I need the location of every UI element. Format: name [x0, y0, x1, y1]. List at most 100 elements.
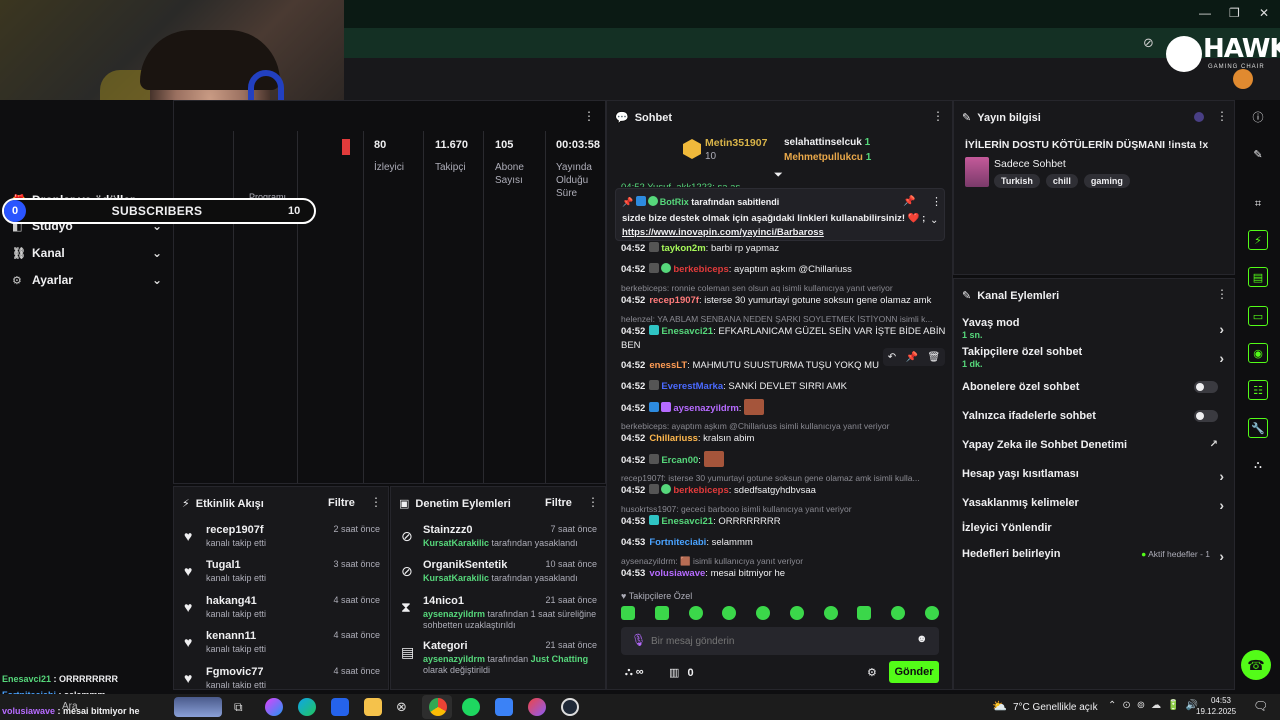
info-icon[interactable]: ⓘ: [1248, 108, 1268, 128]
maximize-icon[interactable]: ❐: [1229, 6, 1240, 20]
emote-icon[interactable]: [654, 606, 669, 620]
weather-icon[interactable]: ⛅: [992, 699, 1007, 713]
xbox-icon[interactable]: ⊗: [396, 699, 407, 715]
list-item[interactable]: ♥ recep1907f kanalı takip etti 2 saat ön…: [184, 524, 380, 556]
more-icon[interactable]: ⋮: [583, 109, 595, 123]
chat-message[interactable]: 04:52 Chillariuss: kralsın abim: [621, 432, 946, 445]
layout-icon[interactable]: ☷: [1248, 380, 1268, 400]
sidebar-item-channel[interactable]: ⛓ Kanal ⌄: [12, 241, 162, 265]
chat-username[interactable]: taykon2m: [661, 243, 705, 254]
leader-entry[interactable]: selahattinselcuk 1: [784, 137, 870, 148]
more-icon[interactable]: ⋮: [370, 495, 382, 509]
leader-entry[interactable]: Mehmetpullukcu 1: [784, 152, 871, 163]
chat-message[interactable]: 04:53 volusiawave: mesai bitmiyor he: [621, 567, 946, 580]
emoji-icon[interactable]: ☻: [916, 633, 928, 645]
wrench-icon[interactable]: 🔧: [1248, 418, 1268, 438]
chat-message[interactable]: 04:52 berkebiceps: sdedfsatgyhdbvsaa: [621, 484, 946, 497]
tag[interactable]: gaming: [1083, 174, 1130, 188]
list-item[interactable]: ▤ Kategori aysenazyildrm tarafından Just…: [401, 640, 597, 680]
pinned-link[interactable]: https://www.inovapin.com/yayinci/Barbaro…: [622, 227, 824, 238]
obs-like-icon[interactable]: [528, 698, 546, 716]
chat-message[interactable]: 04:53 Enesavci21: ORRRRRRRR: [621, 515, 946, 528]
chat-message[interactable]: 04:52 recep1907f: isterse 30 yumurtayi go…: [621, 294, 946, 307]
banned-words-row[interactable]: Yasaklanmış kelimeler ›: [962, 497, 1224, 513]
pinned-message[interactable]: 📌 BotRix tarafından sabitlendi 📌 ⋮ sizde…: [615, 188, 945, 241]
chat-icon[interactable]: ▭: [1248, 306, 1268, 326]
chat-input-box[interactable]: 🎙 ☻: [621, 627, 939, 655]
obs-icon[interactable]: [561, 698, 579, 716]
eye-off-icon[interactable]: ⊘: [1143, 35, 1154, 51]
apps-icon[interactable]: ⛬: [1248, 455, 1268, 475]
chat-username[interactable]: Chillariuss: [649, 433, 698, 444]
avatar[interactable]: [1233, 69, 1253, 89]
chat-message[interactable]: 04:53 Fortniteciabi: selammm: [621, 536, 946, 549]
store-icon[interactable]: [331, 698, 349, 716]
document-icon[interactable]: ▤: [1248, 267, 1268, 287]
reply-icon[interactable]: ↶: [888, 352, 896, 363]
emote-icon[interactable]: [756, 606, 771, 620]
chat-username[interactable]: Enesavci21: [661, 516, 713, 527]
chat-username[interactable]: enessLT: [649, 360, 687, 371]
list-item[interactable]: ⊘ OrganikSentetik KursatKarakilic tarafı…: [401, 559, 597, 591]
list-item[interactable]: ♥ Tugal1 kanalı takip etti 3 saat önce: [184, 559, 380, 591]
send-button[interactable]: Gönder: [889, 661, 939, 683]
emote-icon[interactable]: [823, 606, 838, 620]
filter-button[interactable]: Filtre: [545, 497, 572, 509]
chat-message[interactable]: 04:52 EverestMarka: SANKİ DEVLET SIRRI AM…: [621, 380, 946, 393]
chat-message[interactable]: 04:52 berkebiceps: ayaptım aşkım @Chillar…: [621, 263, 946, 276]
chevron-down-icon[interactable]: ⌄: [930, 215, 938, 226]
list-item[interactable]: ♥ Fgmovic77 kanalı takip etti 4 saat önc…: [184, 666, 380, 688]
channel-points[interactable]: ⛬ ∞: [625, 666, 644, 679]
browser-address-bar[interactable]: [344, 28, 1280, 58]
list-item[interactable]: ♥ kenann11 kanalı takip etti 4 saat önce: [184, 630, 380, 662]
chat-username[interactable]: berkebiceps: [673, 264, 728, 275]
emote-icon[interactable]: [857, 606, 872, 620]
more-icon[interactable]: ⋮: [932, 109, 944, 123]
category-thumbnail[interactable]: [965, 157, 989, 187]
chat-message[interactable]: 04:52 Enesavci21: EFKARLANICAM GÜZEL SEİN…: [621, 325, 946, 338]
chat-username[interactable]: EverestMarka: [661, 381, 723, 392]
more-icon[interactable]: ⋮: [587, 495, 599, 509]
app-icon[interactable]: [495, 698, 513, 716]
emote-icon[interactable]: [891, 606, 906, 620]
chat-username[interactable]: Fortniteciabi: [649, 537, 706, 548]
chrome-icon[interactable]: [429, 698, 447, 716]
copilot-icon[interactable]: [265, 698, 283, 716]
chat-username[interactable]: Ercan00: [661, 455, 698, 466]
account-age-row[interactable]: Hesap yaşı kısıtlaması ›: [962, 468, 1224, 484]
ai-moderation-row[interactable]: Yapay Zeka ile Sohbet Denetimi ↗: [962, 439, 1224, 451]
minimize-icon[interactable]: —: [1199, 6, 1211, 20]
list-item[interactable]: ♥ hakang41 kanalı takip etti 4 saat önce: [184, 595, 380, 627]
chat-username[interactable]: Enesavci21: [661, 326, 713, 337]
chat-username[interactable]: berkebiceps: [673, 485, 728, 496]
task-view-icon[interactable]: ⧉: [234, 700, 243, 715]
spotify-icon[interactable]: [462, 698, 480, 716]
edge-icon[interactable]: [298, 698, 316, 716]
close-icon[interactable]: ✕: [1259, 6, 1269, 20]
pin-icon[interactable]: 📌: [906, 352, 918, 363]
lightning-icon[interactable]: ⚡: [1248, 230, 1268, 250]
sidebar-item-settings[interactable]: ⚙ Ayarlar ⌄: [12, 268, 162, 292]
category-name[interactable]: Sadece Sohbet: [994, 158, 1066, 170]
list-item[interactable]: ⧗ 14nico1 aysenazyildrm tarafından 1 saa…: [401, 595, 597, 635]
gear-icon[interactable]: ⚙: [867, 666, 877, 679]
chat-username[interactable]: recep1907f: [649, 295, 699, 306]
more-icon[interactable]: ⋮: [931, 195, 942, 208]
emote-icon[interactable]: [688, 606, 703, 620]
goals-row[interactable]: Hedefleri belirleyin ● Aktif hedefler - 1…: [962, 548, 1224, 564]
chat-message[interactable]: 04:52 Ercan00:: [621, 451, 946, 471]
capture-icon[interactable]: ⌗: [1248, 194, 1268, 214]
emote-icon[interactable]: [789, 606, 804, 620]
emote-chat-toggle[interactable]: [1194, 410, 1218, 422]
chat-username[interactable]: volusiawave: [649, 568, 705, 579]
broadcast-icon[interactable]: ◉: [1248, 343, 1268, 363]
followers-chat-row[interactable]: Takipçilere özel sohbet 1 dk. ›: [962, 346, 1224, 369]
support-chat-icon[interactable]: ☎: [1241, 650, 1271, 680]
chat-message[interactable]: 04:52 taykon2m: barbi rp yapmaz: [621, 242, 946, 255]
clock-date[interactable]: 19.12.2025: [1196, 707, 1236, 716]
emote-icon[interactable]: [924, 606, 939, 620]
notification-icon[interactable]: 🗨: [1253, 699, 1268, 713]
subs-chat-toggle[interactable]: [1194, 381, 1218, 393]
microphone-icon[interactable]: 🎙: [631, 633, 646, 647]
viewer-redirect-row[interactable]: İzleyici Yönlendir: [962, 522, 1224, 534]
